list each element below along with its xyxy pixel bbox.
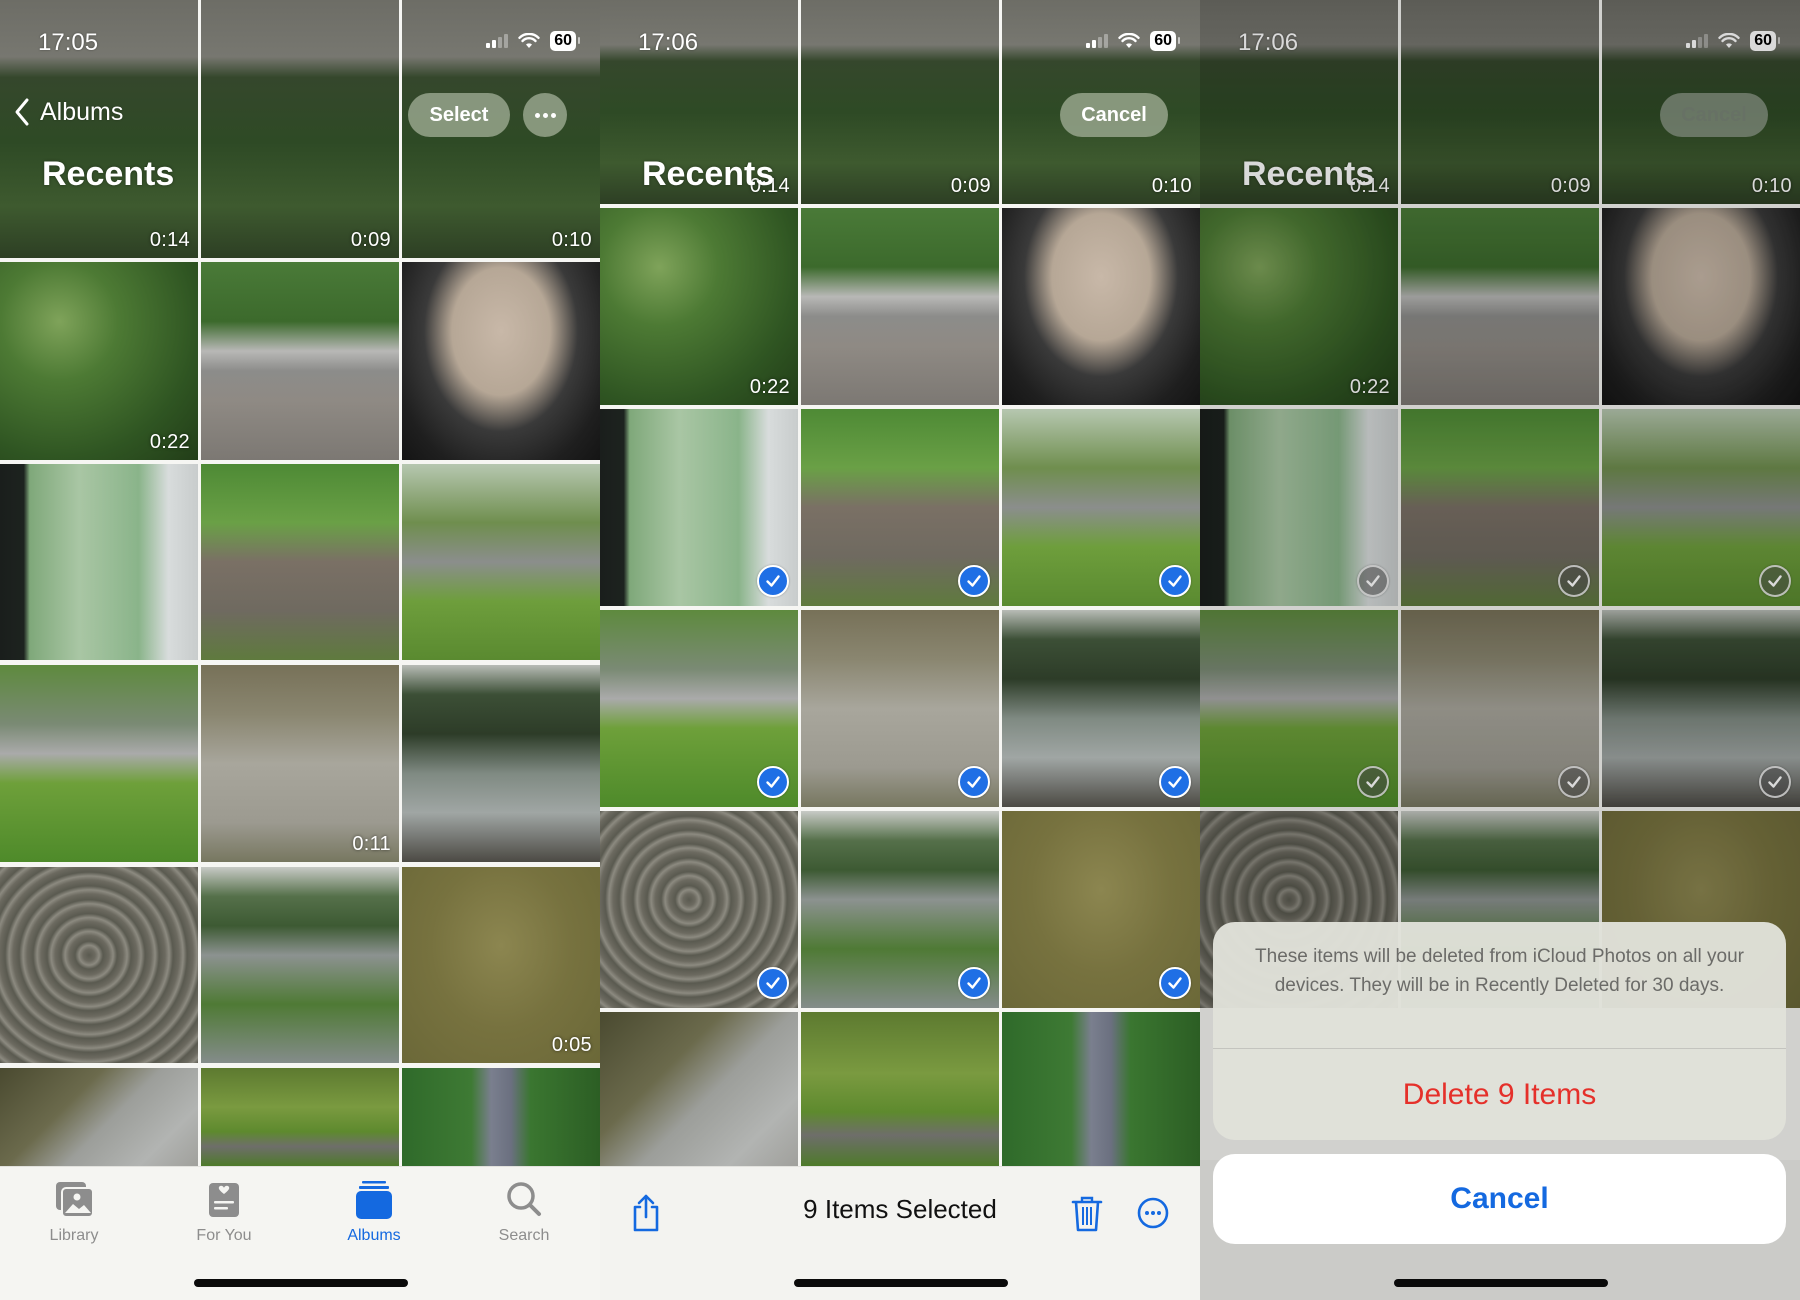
home-indicator [1394, 1279, 1608, 1287]
back-to-albums-button[interactable]: Albums [14, 97, 123, 127]
recents-album-screen: 0:14 0:09 0:10 0:22 0:11 0:05 17:05 60 Albums… [0, 0, 600, 1300]
selection-count: 9 Items Selected [803, 1194, 997, 1224]
video-duration: 0:22 [149, 431, 190, 453]
photo-thumbnail[interactable] [801, 610, 999, 807]
tab-albums[interactable]: Albums [314, 1179, 434, 1245]
video-duration: 0:10 [551, 229, 592, 251]
ellipsis-circle-icon [1137, 1197, 1169, 1229]
cellular-signal-icon [1086, 34, 1109, 48]
status-bar: 17:06 60 [600, 0, 1200, 60]
photo-thumbnail[interactable]: 0:11 [201, 665, 399, 862]
wifi-icon [1118, 33, 1140, 48]
photo-thumbnail[interactable] [201, 262, 399, 460]
status-bar: 17:05 60 [0, 0, 600, 60]
photo-thumbnail[interactable] [402, 464, 600, 660]
wifi-icon [518, 33, 540, 48]
cancel-selection-button[interactable]: Cancel [1060, 93, 1168, 137]
recents-select-mode-screen: 0:14 0:09 0:10 0:22 17:06 60 Recents Cancel… [600, 0, 1200, 1300]
tab-search-label: Search [498, 1227, 550, 1244]
chevron-left-icon [15, 98, 29, 126]
tab-library-label: Library [49, 1227, 99, 1244]
checkmark-icon [958, 565, 990, 597]
checkmark-icon [757, 967, 789, 999]
photo-thumbnail[interactable] [1002, 208, 1200, 405]
photo-thumbnail[interactable] [201, 1068, 399, 1166]
ellipsis-dot [550, 112, 556, 118]
photo-thumbnail[interactable]: 0:22 [600, 208, 798, 405]
page-title: Recents [42, 155, 175, 193]
photo-thumbnail[interactable] [201, 464, 399, 660]
video-duration: 0:05 [551, 1034, 592, 1056]
photo-thumbnail[interactable] [801, 208, 999, 405]
photo-thumbnail[interactable] [0, 665, 198, 862]
tab-for-you[interactable]: For You [164, 1179, 284, 1245]
home-indicator [194, 1279, 408, 1287]
tab-search[interactable]: Search [464, 1179, 584, 1245]
photo-thumbnail[interactable] [600, 811, 798, 1008]
photo-thumbnail[interactable] [1002, 409, 1200, 606]
photo-thumbnail[interactable] [600, 610, 798, 807]
photo-thumbnail[interactable] [801, 1012, 999, 1166]
photo-thumbnail[interactable] [1002, 610, 1200, 807]
ellipsis-dot [542, 112, 548, 118]
battery-indicator: 60 [1150, 31, 1180, 51]
photo-thumbnail[interactable] [402, 665, 600, 862]
checkmark-icon [1159, 766, 1191, 798]
video-duration: 0:14 [149, 229, 190, 251]
albums-icon [356, 1181, 392, 1219]
photo-thumbnail[interactable]: 0:22 [0, 262, 198, 460]
photo-thumbnail[interactable] [0, 1068, 198, 1166]
for-you-icon [209, 1183, 239, 1217]
delete-confirmation-screen: 0:14 0:09 0:10 0:22 17:06 60 Recents Cancel… [1200, 0, 1800, 1300]
home-indicator [794, 1279, 1008, 1287]
photo-thumbnail[interactable] [600, 1012, 798, 1166]
checkmark-icon [958, 967, 990, 999]
photo-thumbnail[interactable]: 0:05 [402, 867, 600, 1063]
tab-for-you-label: For You [196, 1227, 252, 1244]
more-options-button[interactable] [523, 93, 567, 137]
battery-indicator: 60 [550, 31, 580, 51]
checkmark-icon [757, 565, 789, 597]
action-sheet-message: These items will be deleted from iCloud … [1255, 946, 1744, 996]
status-time: 17:06 [638, 29, 699, 56]
photo-thumbnail[interactable] [801, 811, 999, 1008]
page-title: Recents [642, 155, 775, 193]
photo-thumbnail[interactable] [1002, 1012, 1200, 1166]
photo-thumbnail[interactable] [402, 262, 600, 460]
cellular-signal-icon [486, 34, 509, 48]
checkmark-icon [1159, 565, 1191, 597]
search-icon [507, 1182, 541, 1216]
select-button[interactable]: Select [408, 93, 510, 137]
photo-thumbnail[interactable] [1002, 811, 1200, 1008]
video-duration: 0:11 [352, 833, 391, 855]
video-duration: 0:22 [749, 376, 790, 398]
photo-thumbnail[interactable] [0, 464, 198, 660]
checkmark-icon [757, 766, 789, 798]
action-sheet-cancel-button[interactable]: Cancel [1213, 1154, 1786, 1244]
action-sheet: These items will be deleted from iCloud … [1213, 922, 1786, 1140]
delete-items-button[interactable]: Delete 9 Items [1213, 1049, 1786, 1140]
trash-icon [1071, 1196, 1103, 1232]
status-time: 17:05 [38, 29, 99, 56]
photo-thumbnail[interactable] [402, 1068, 600, 1166]
tab-albums-label: Albums [347, 1227, 401, 1244]
photo-thumbnail[interactable] [801, 409, 999, 606]
delete-button[interactable] [1067, 1191, 1107, 1235]
photo-thumbnail[interactable] [600, 409, 798, 606]
more-actions-button[interactable] [1133, 1191, 1173, 1235]
back-label: Albums [40, 97, 124, 126]
checkmark-icon [1159, 967, 1191, 999]
photo-thumbnail[interactable] [201, 867, 399, 1063]
video-duration: 0:09 [950, 175, 991, 197]
ellipsis-icon [534, 112, 540, 118]
photo-library-icon [56, 1182, 94, 1218]
tab-library[interactable]: Library [14, 1179, 134, 1245]
video-duration: 0:09 [350, 229, 391, 251]
checkmark-icon [958, 766, 990, 798]
photo-thumbnail[interactable] [0, 867, 198, 1063]
video-duration: 0:10 [1151, 175, 1192, 197]
